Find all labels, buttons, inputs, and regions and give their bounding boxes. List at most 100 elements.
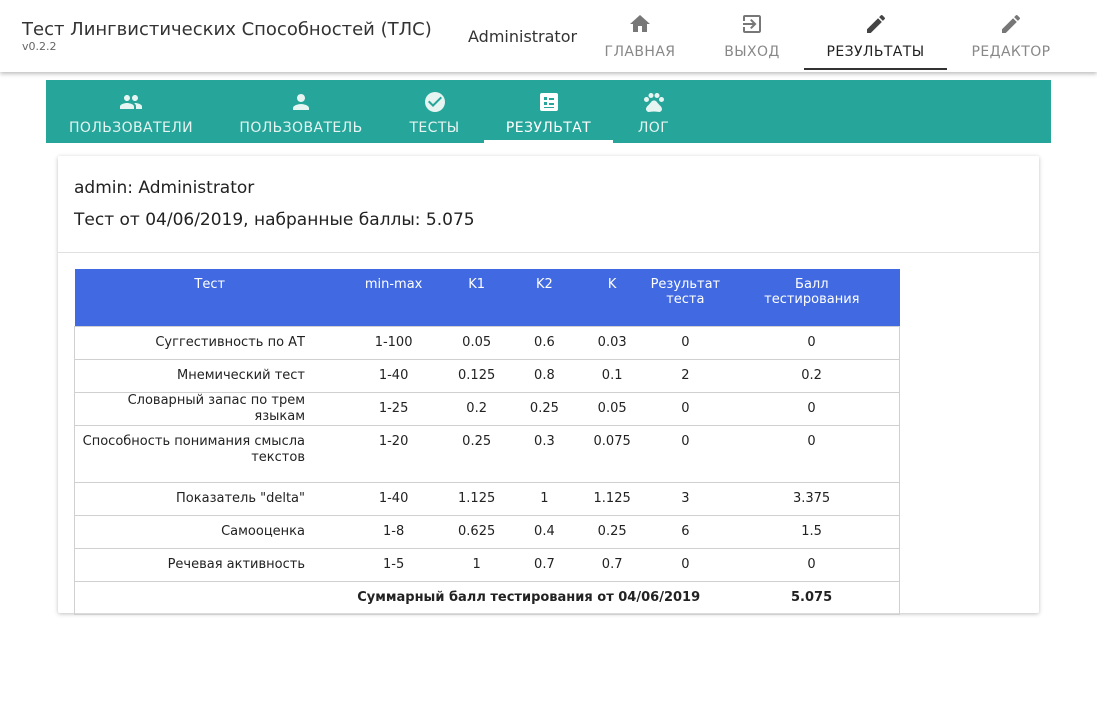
total-value: 5.075 <box>724 581 900 615</box>
table-cell: 0.2 <box>724 359 900 393</box>
column-header: Тест <box>74 269 345 327</box>
table-cell: 3 <box>646 482 725 516</box>
table-row: Способность понимания смысла текстов 1-2… <box>74 425 900 483</box>
tab-user-label: ПОЛЬЗОВАТЕЛЬ <box>239 120 363 136</box>
table-cell: 1-25 <box>345 392 443 426</box>
table-cell: 0.05 <box>577 392 647 426</box>
table-cell: 6 <box>646 515 725 549</box>
table-row: Самооценка 1-8 0.625 0.4 0.25 6 1.5 <box>74 515 900 549</box>
list-alt-icon <box>539 93 558 111</box>
table-cell: 0.4 <box>511 515 578 549</box>
result-score-line: Тест от 04/06/2019, набранные баллы: 5.0… <box>74 210 475 230</box>
people-icon <box>120 95 142 109</box>
table-cell: 0 <box>646 425 725 483</box>
table-cell: Показатель "delta" <box>74 482 345 516</box>
table-cell: 1-100 <box>345 326 443 360</box>
table-cell: Словарный запас по трем языкам <box>74 392 345 426</box>
tab-log-label: ЛОГ <box>637 120 670 136</box>
result-card: admin: Administrator Тест от 04/06/2019,… <box>58 156 1039 615</box>
column-header: K1 <box>442 269 512 327</box>
table-cell: 1.125 <box>442 482 512 516</box>
table-cell: 0 <box>724 425 900 483</box>
table-cell: 1-5 <box>345 548 443 582</box>
table-cell: 0.125 <box>442 359 512 393</box>
tab-users[interactable]: ПОЛЬЗОВАТЕЛИ <box>58 80 204 143</box>
table-cell: 1 <box>511 482 578 516</box>
table-cell: 1-40 <box>345 482 443 516</box>
table-cell: 0.625 <box>442 515 512 549</box>
column-header: K2 <box>511 269 578 327</box>
column-header: Балл тестирования <box>724 269 900 327</box>
nav-results-label: РЕЗУЛЬТАТЫ <box>826 44 925 60</box>
table-row: Суггестивность по АТ 1-100 0.05 0.6 0.03… <box>74 326 900 360</box>
table-cell: 0.03 <box>577 326 647 360</box>
table-cell: 0.8 <box>511 359 578 393</box>
table-row: Речевая активность 1-5 1 0.7 0.7 0 0 <box>74 548 900 582</box>
table-cell: 1.5 <box>724 515 900 549</box>
table-cell: Суггестивность по АТ <box>74 326 345 360</box>
logout-icon <box>743 15 761 33</box>
column-header: K <box>577 269 647 327</box>
table-cell: 0 <box>724 548 900 582</box>
table-header-row: Тест min-max K1 K2 K Результат теста Бал… <box>74 269 900 327</box>
tab-tests-label: ТЕСТЫ <box>409 120 460 136</box>
table-cell: 0 <box>646 392 725 426</box>
table-cell: 2 <box>646 359 725 393</box>
table-cell: 0 <box>646 326 725 360</box>
table-cell: 0.6 <box>511 326 578 360</box>
tab-result[interactable]: РЕЗУЛЬТАТ <box>484 80 613 143</box>
table-cell: 0.3 <box>511 425 578 483</box>
current-user: Administrator <box>468 27 578 46</box>
table-cell: 0.1 <box>577 359 647 393</box>
column-header: min-max <box>345 269 443 327</box>
card-divider <box>58 252 1039 253</box>
nav-logout-button[interactable]: ВЫХОД <box>708 0 796 68</box>
app-bar: Тест Лингвистических Способностей (ТЛС) … <box>0 0 1097 72</box>
app-title: Тест Лингвистических Способностей (ТЛС) <box>22 19 432 40</box>
table-cell: 0 <box>646 548 725 582</box>
table-cell: 0 <box>724 392 900 426</box>
table-cell: 0.7 <box>577 548 647 582</box>
table-cell: 0.25 <box>577 515 647 549</box>
table-cell: 1-20 <box>345 425 443 483</box>
home-icon <box>630 15 650 32</box>
nav-home-button[interactable]: ГЛАВНАЯ <box>596 0 684 68</box>
table-cell: 0.25 <box>442 425 512 483</box>
table-cell: 1 <box>442 548 512 582</box>
table-cell: 0.075 <box>577 425 647 483</box>
table-cell: 1-8 <box>345 515 443 549</box>
table-cell: 3.375 <box>724 482 900 516</box>
table-row: Мнемический тест 1-40 0.125 0.8 0.1 2 0.… <box>74 359 900 393</box>
table-cell: 0 <box>724 326 900 360</box>
table-cell: 0.05 <box>442 326 512 360</box>
app-version: v0.2.2 <box>22 40 57 53</box>
nav-editor-label: РЕДАКТОР <box>971 44 1051 60</box>
total-label: Суммарный балл тестирования от 04/06/201… <box>74 581 725 615</box>
table-cell: Способность понимания смысла текстов <box>74 425 345 483</box>
admin-tab-bar: ПОЛЬЗОВАТЕЛИ ПОЛЬЗОВАТЕЛЬ ТЕСТЫ РЕЗУЛЬТА… <box>46 80 1051 143</box>
column-header: Результат теста <box>646 269 725 327</box>
table-cell: 0.2 <box>442 392 512 426</box>
result-user: admin: Administrator <box>74 178 255 198</box>
nav-home-label: ГЛАВНАЯ <box>604 44 676 60</box>
results-table: Тест min-max K1 K2 K Результат теста Бал… <box>74 269 900 615</box>
table-cell: 1-40 <box>345 359 443 393</box>
nav-results-button[interactable]: РЕЗУЛЬТАТЫ <box>804 0 947 70</box>
table-cell: 1.125 <box>577 482 647 516</box>
nav-editor-button[interactable]: РЕДАКТОР <box>962 0 1060 68</box>
paw-icon <box>643 93 664 113</box>
check-circle-icon <box>424 92 445 112</box>
table-total-row: Суммарный балл тестирования от 04/06/201… <box>74 581 900 615</box>
tab-log[interactable]: ЛОГ <box>626 80 681 143</box>
person-icon <box>293 94 309 110</box>
table-cell: Мнемический тест <box>74 359 345 393</box>
pencil-icon <box>1002 14 1021 34</box>
table-row: Словарный запас по трем языкам 1-25 0.2 … <box>74 392 900 426</box>
tab-tests[interactable]: ТЕСТЫ <box>396 80 473 143</box>
nav-logout-label: ВЫХОД <box>724 44 780 60</box>
tab-result-label: РЕЗУЛЬТАТ <box>505 120 592 136</box>
table-row: Показатель "delta" 1-40 1.125 1 1.125 3 … <box>74 482 900 516</box>
table-cell: 0.25 <box>511 392 578 426</box>
tab-user[interactable]: ПОЛЬЗОВАТЕЛЬ <box>229 80 373 143</box>
table-cell: 0.7 <box>511 548 578 582</box>
